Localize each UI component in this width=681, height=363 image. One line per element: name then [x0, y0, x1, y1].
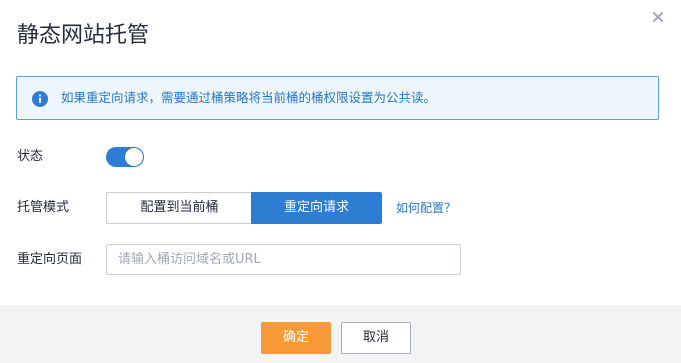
dialog-footer: 确定 取消	[0, 306, 681, 363]
mode-option-redirect[interactable]: 重定向请求	[251, 192, 382, 224]
mode-option-current-bucket[interactable]: 配置到当前桶	[106, 192, 252, 224]
how-to-configure-link[interactable]: 如何配置？	[396, 199, 456, 217]
toggle-knob	[125, 148, 143, 166]
dialog-title: 静态网站托管	[17, 23, 150, 48]
redirect-page-label: 重定向页面	[17, 252, 83, 267]
notice-text: 如果重定向请求，需要通过桶策略将当前桶的桶权限设置为公共读。	[61, 90, 437, 105]
status-label: 状态	[17, 149, 44, 164]
hosting-mode-label: 托管模式	[17, 200, 70, 215]
status-toggle[interactable]	[106, 147, 144, 167]
confirm-button[interactable]: 确定	[261, 322, 331, 354]
notice-banner: 如果重定向请求，需要通过桶策略将当前桶的桶权限设置为公共读。	[16, 76, 659, 120]
static-website-hosting-dialog: 静态网站托管 如果重定向请求，需要通过桶策略将当前桶的桶权限设置为公共读。 状态…	[0, 0, 681, 363]
info-icon	[32, 91, 48, 107]
close-icon[interactable]	[649, 8, 667, 26]
redirect-url-input[interactable]	[106, 244, 461, 275]
cancel-button[interactable]: 取消	[341, 322, 411, 354]
